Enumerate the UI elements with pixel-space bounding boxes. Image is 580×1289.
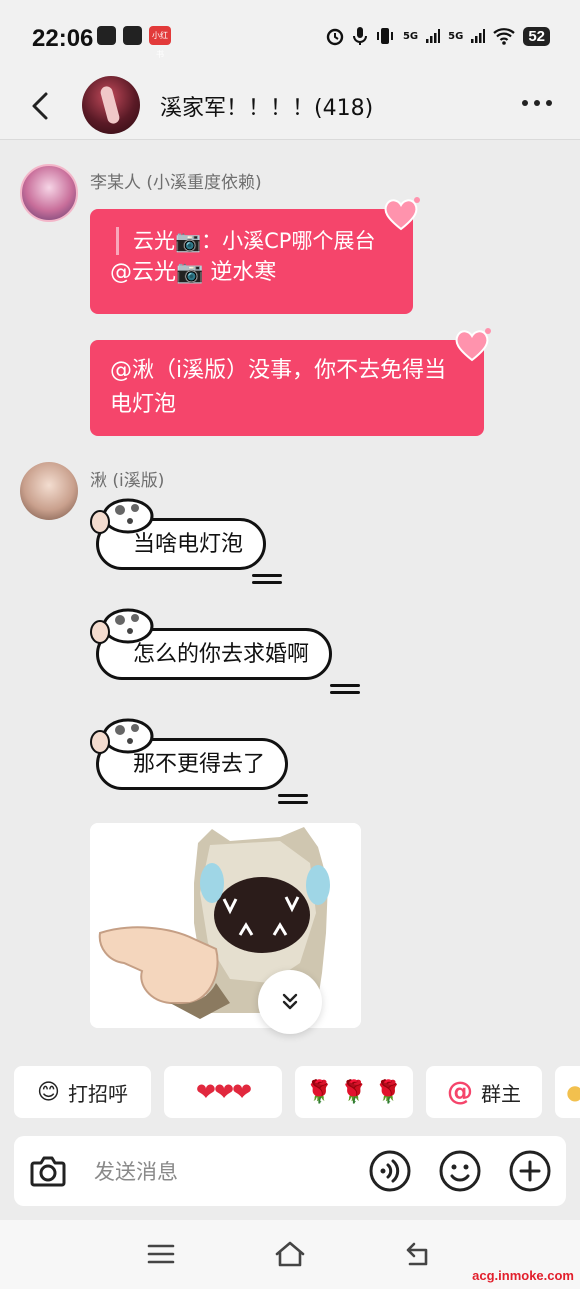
notification-icons: 小红书 [97,26,171,59]
scroll-to-bottom-button[interactable] [258,970,322,1034]
more-chip[interactable]: ● [555,1066,580,1118]
add-icon[interactable] [508,1149,552,1193]
wifi-icon [493,28,516,45]
bubble-tail [330,684,360,698]
watermark: acg.inmoke.com [472,1268,574,1283]
signal-bars-icon [471,29,486,43]
group-title[interactable]: 溪家军！！！！(418) [160,90,373,122]
status-bar: 22:06 小红书 5G 5G 52 [0,0,580,76]
greet-label: 打招呼 [67,1081,128,1106]
cat-sticker-icon [90,498,154,534]
bubble-tail [278,794,308,808]
signal-label-2: 5G [448,30,464,42]
cat-sticker-icon [90,608,154,644]
mention-owner-chip[interactable]: @ 群主 [426,1066,542,1118]
mention-owner-label: 群主 [481,1081,521,1106]
camera-icon[interactable] [26,1149,70,1193]
cat-sticker-icon [90,718,154,754]
group-avatar[interactable] [82,76,140,134]
back-nav-icon[interactable] [404,1240,434,1268]
voice-icon[interactable] [368,1149,412,1193]
message-input[interactable]: 发送消息 [94,1156,178,1186]
greet-chip[interactable]: 😊 打招呼 [14,1066,151,1118]
qq-icon [97,26,116,45]
vibrate-icon [376,28,393,44]
emoji-icon[interactable] [438,1149,482,1193]
home-icon[interactable] [274,1240,306,1268]
signal-label-1: 5G [402,30,419,42]
at-icon: @ [447,1077,473,1107]
xiaohongshu-icon: 小红书 [149,26,171,59]
message-bubble[interactable]: @湫（i溪版）没事，你不去免得当电灯泡 [90,340,484,436]
hearts-icon: ❤❤❤ [195,1078,252,1106]
signal-bars-icon [426,29,441,43]
partial-emoji-icon: ● [566,1080,580,1104]
menu-icon[interactable] [147,1242,175,1266]
mic-icon [352,27,367,45]
alarm-icon [326,28,344,46]
more-options-icon[interactable] [522,100,552,106]
avatar[interactable] [20,164,78,222]
back-arrow-icon[interactable] [26,90,58,122]
message-text: @湫（i溪版）没事，你不去免得当电灯泡 [110,358,447,417]
message-text: @云光📷 逆水寒 [110,260,277,285]
message-input-bar: 发送消息 [14,1136,566,1206]
status-time: 22:06 [32,25,94,52]
avatar[interactable] [20,462,78,520]
quick-actions-row: 😊 打招呼 ❤❤❤ 🌹 🌹 🌹 @ 群主 ● [14,1066,580,1118]
roses-icon: 🌹 🌹 🌹 [305,1079,403,1105]
battery-indicator: 52 [523,26,550,46]
double-chevron-down-icon [282,993,298,1010]
system-icons: 5G 5G 52 [325,26,550,46]
sender-name: 李某人 (小溪重度依赖) [90,173,262,193]
heart-decoration-icon [384,197,420,231]
smile-emoji-icon: 😊 [37,1079,60,1105]
hearts-chip[interactable]: ❤❤❤ [164,1066,282,1118]
message-bubble[interactable]: 云光📷：小溪CP哪个展台 @云光📷 逆水寒 [90,209,413,314]
telegram-icon [123,26,142,45]
roses-chip[interactable]: 🌹 🌹 🌹 [295,1066,413,1118]
chat-header: 溪家军！！！！(418) [0,76,580,140]
sender-name: 湫 (i溪版) [90,471,165,491]
quoted-reply: 云光📷：小溪CP哪个展台 [116,227,393,255]
heart-decoration-icon [455,328,491,362]
bubble-tail [252,574,282,588]
